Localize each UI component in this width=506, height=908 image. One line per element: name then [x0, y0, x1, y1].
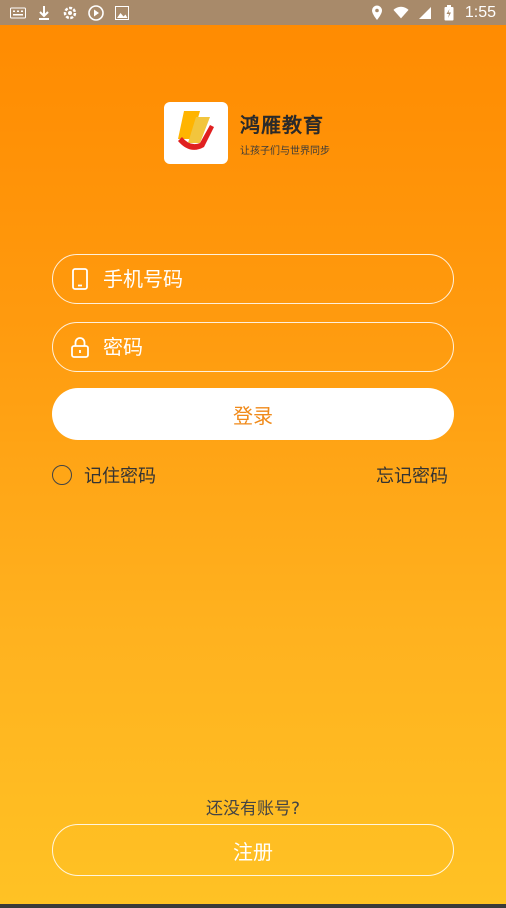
phone-icon	[69, 268, 91, 290]
login-button[interactable]: 登录	[52, 388, 454, 440]
keyboard-icon	[10, 5, 26, 21]
remember-password-option[interactable]: 记住密码	[52, 462, 156, 488]
password-input[interactable]	[101, 334, 405, 360]
phone-input[interactable]	[101, 266, 405, 292]
remember-label: 记住密码	[84, 466, 156, 487]
register-button[interactable]: 注册	[52, 824, 454, 876]
download-icon	[36, 5, 52, 21]
no-account-text: 还没有账号?	[205, 799, 301, 819]
wifi-icon	[393, 5, 409, 21]
password-field[interactable]	[52, 322, 454, 372]
login-screen: 1:55 鸿雁教育 让孩子们与世界同步 登录 记住密码 忘记密码	[0, 0, 506, 908]
signal-icon	[417, 5, 433, 21]
gear-icon	[62, 5, 78, 21]
battery-icon	[441, 4, 457, 21]
remember-radio[interactable]	[52, 465, 72, 485]
lock-icon	[69, 336, 91, 358]
bottom-divider	[0, 904, 506, 908]
brand-title: 鸿雁教育	[240, 113, 324, 137]
photo-icon	[114, 5, 130, 21]
phone-field[interactable]	[52, 254, 454, 304]
forgot-password-link[interactable]: 忘记密码	[376, 462, 448, 488]
brand-subtitle: 让孩子们与世界同步	[240, 146, 330, 157]
brand-header: 鸿雁教育 让孩子们与世界同步	[164, 102, 330, 164]
status-time: 1:55	[464, 3, 496, 21]
app-logo	[164, 102, 228, 164]
play-icon	[88, 4, 104, 21]
status-bar: 1:55	[0, 0, 506, 25]
location-icon	[369, 5, 385, 21]
